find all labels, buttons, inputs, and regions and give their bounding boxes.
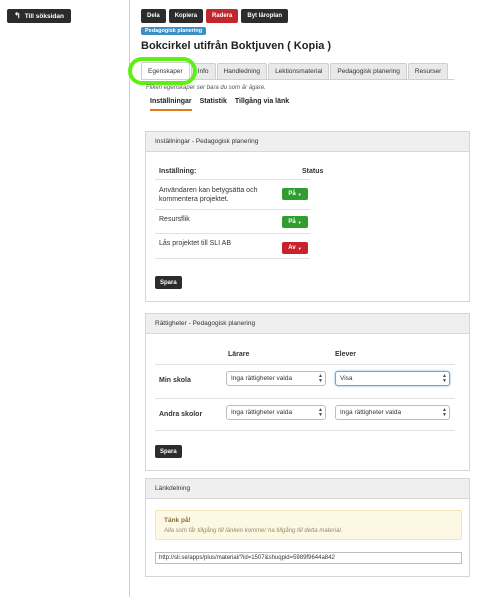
chevron-updown-icon: ▲ ▼ [318, 406, 323, 418]
rights-panel: Rättigheter - Pedagogisk planering Lärar… [145, 313, 470, 471]
save-settings-button[interactable]: Spara [155, 276, 182, 289]
teachers-column-header: Lärare [228, 351, 250, 358]
setting-rate-comment-line2: kommentera projektet. [159, 196, 229, 203]
other-schools-label: Andra skolor [159, 411, 203, 418]
status-toggle-rate-comment[interactable]: På ▼ [282, 188, 308, 200]
main-tabs: Egenskaper Info Handledning Lektionsmate… [141, 62, 449, 79]
select-value: Inga rättigheter valda [231, 375, 293, 382]
notice-body: Alla som får tillgång till länken kommer… [164, 528, 343, 534]
select-value: Visa [340, 375, 353, 382]
row-divider [155, 364, 455, 365]
tab-info[interactable]: Info [190, 63, 216, 79]
owner-notice: Fliken egenskaper ser bara du som är äga… [146, 85, 266, 91]
row-divider [155, 233, 310, 234]
row-divider [155, 430, 455, 431]
delete-button[interactable]: Radera [206, 9, 239, 23]
status-label: På [288, 191, 296, 197]
subtab-tillgang-via-lank[interactable]: Tillgång via länk [235, 98, 289, 111]
tab-resurser[interactable]: Resurser [407, 63, 449, 79]
setting-rate-comment-line1: Användaren kan betygsätta och [159, 187, 258, 194]
change-curriculum-button[interactable]: Byt läroplan [241, 9, 289, 23]
status-label: På [288, 219, 296, 225]
status-toggle-resource-tab[interactable]: På ▼ [282, 216, 308, 228]
row-divider [155, 398, 455, 399]
chevron-updown-icon: ▲ ▼ [442, 372, 447, 384]
settings-panel: Inställningar - Pedagogisk planering Ins… [145, 131, 470, 302]
subtab-statistik[interactable]: Statistik [200, 98, 227, 111]
select-value: Inga rättigheter valda [231, 409, 293, 416]
row-divider [155, 258, 310, 259]
setting-lock-project: Lås projektet till SLI AB [159, 240, 231, 247]
row-divider [155, 179, 310, 180]
notice-title: Tänk på! [164, 517, 191, 524]
students-column-header: Elever [335, 351, 357, 358]
share-link-field[interactable]: http://sli.se/apps/plus/material/?id=150… [155, 552, 462, 564]
type-badge: Pedagogisk planering [141, 27, 207, 35]
tab-pedagogisk-planering[interactable]: Pedagogisk planering [330, 63, 407, 79]
setting-resource-tab: Resursflik [159, 216, 190, 223]
link-panel-title: Länkdelning [146, 479, 469, 499]
caret-down-icon: ▼ [297, 245, 302, 251]
caret-down-icon: ▼ [297, 191, 302, 197]
link-sharing-panel: Länkdelning Tänk på! Alla som får tillgå… [145, 478, 470, 577]
chevron-updown-icon: ▲ ▼ [442, 406, 447, 418]
setting-column-header: Inställning: [159, 168, 197, 175]
status-label: Av [288, 245, 296, 251]
save-rights-button[interactable]: Spara [155, 445, 182, 458]
toolbar: Dela Kopiera Radera Byt läroplan [141, 9, 289, 23]
status-column-header: Status [302, 168, 324, 175]
rights-panel-title: Rättigheter - Pedagogisk planering [146, 314, 469, 334]
copy-button[interactable]: Kopiera [168, 9, 204, 23]
row-divider [155, 209, 310, 210]
sub-tabs: Inställningar Statistik Tillgång via län… [150, 98, 289, 111]
tab-handledning[interactable]: Handledning [216, 63, 268, 79]
other-schools-teachers-select[interactable]: Inga rättigheter valda ▲ ▼ [226, 405, 326, 420]
sidebar-divider [129, 0, 130, 597]
tab-egenskaper[interactable]: Egenskaper [141, 62, 190, 79]
back-arrow-icon: ↰ [14, 11, 21, 20]
share-button[interactable]: Dela [141, 9, 166, 23]
my-school-label: Min skola [159, 377, 191, 384]
caret-down-icon: ▼ [297, 219, 302, 225]
link-warning-notice: Tänk på! Alla som får tillgång till länk… [155, 510, 462, 540]
status-toggle-lock-project[interactable]: Av ▼ [282, 242, 308, 254]
other-schools-students-select[interactable]: Inga rättigheter valda ▲ ▼ [335, 405, 450, 420]
tab-lektionsmaterial[interactable]: Lektionsmaterial [268, 63, 330, 79]
chevron-updown-icon: ▲ ▼ [318, 372, 323, 384]
page-title: Bokcirkel utifrån Boktjuven ( Kopia ) [141, 40, 332, 52]
tabs-underline [141, 79, 454, 80]
select-value: Inga rättigheter valda [340, 409, 402, 416]
back-button-label: Till söksidan [24, 12, 64, 20]
subtab-installningar[interactable]: Inställningar [150, 98, 192, 111]
my-school-teachers-select[interactable]: Inga rättigheter valda ▲ ▼ [226, 371, 326, 386]
settings-panel-title: Inställningar - Pedagogisk planering [146, 132, 469, 152]
back-to-search-button[interactable]: ↰ Till söksidan [7, 9, 71, 23]
my-school-students-select[interactable]: Visa ▲ ▼ [335, 371, 450, 386]
